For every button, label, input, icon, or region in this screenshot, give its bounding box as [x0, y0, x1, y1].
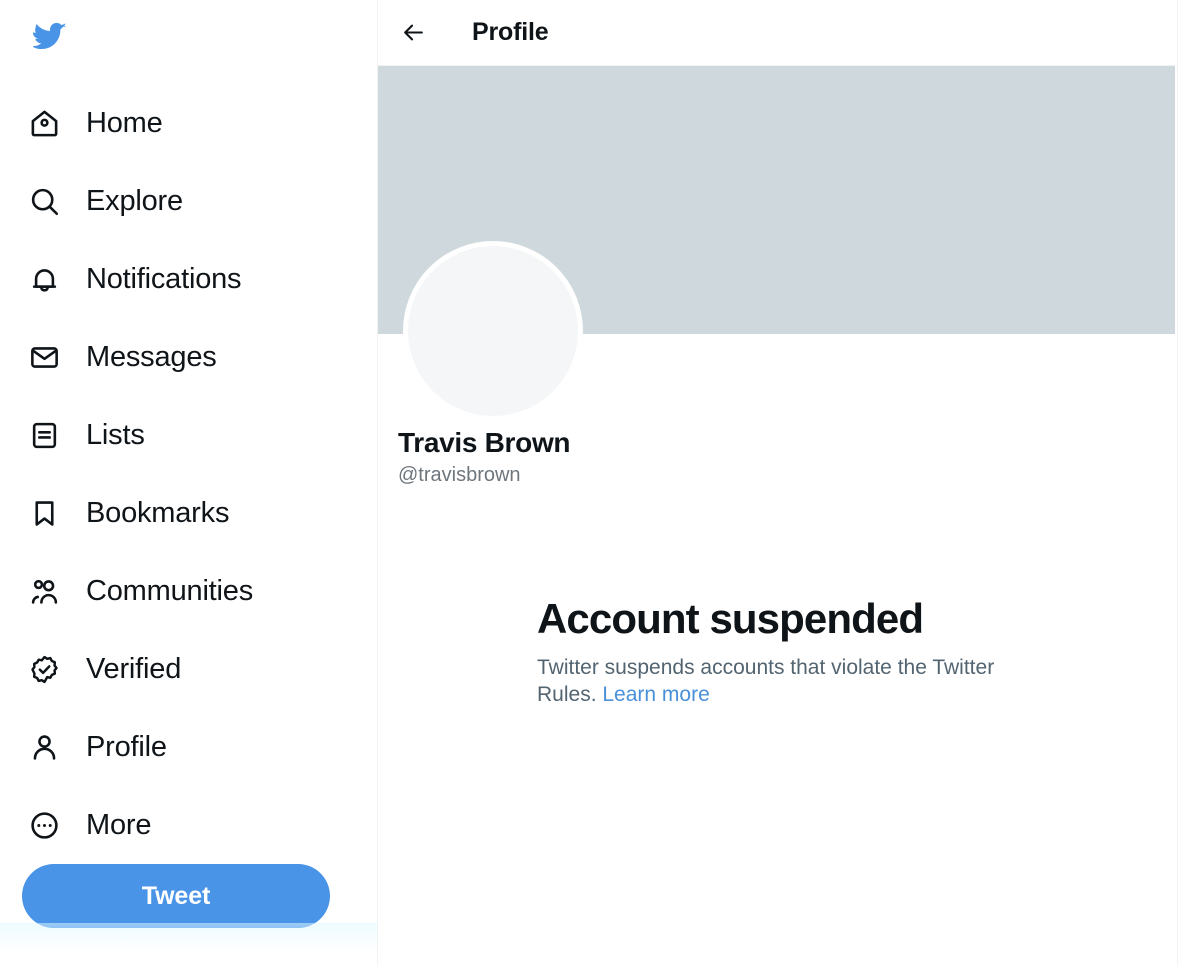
sidebar-item-lists[interactable]: Lists	[0, 396, 377, 474]
sidebar-item-label: More	[86, 809, 152, 841]
sidebar-bottom-glow	[0, 923, 377, 965]
profile-handle: @travisbrown	[398, 464, 521, 486]
suspension-title: Account suspended	[537, 595, 924, 642]
sidebar-item-label: Messages	[86, 341, 217, 373]
sidebar-item-notifications[interactable]: Notifications	[0, 240, 377, 318]
twitter-app-window: Home Explore Notifications Messages List…	[0, 0, 1200, 965]
list-icon	[22, 413, 66, 457]
profile-banner[interactable]	[378, 66, 1175, 421]
sidebar-item-more[interactable]: More	[0, 786, 377, 864]
profile-main-column: Profile Travis Brown @travisbrown Accoun…	[378, 0, 1178, 965]
page-title: Profile	[472, 18, 549, 46]
profile-header-bar: Profile	[378, 0, 1177, 66]
sidebar-item-home[interactable]: Home	[0, 84, 377, 162]
sidebar-item-label: Explore	[86, 185, 183, 217]
envelope-icon	[22, 335, 66, 379]
sidebar-item-label: Lists	[86, 419, 145, 451]
sidebar-item-explore[interactable]: Explore	[0, 162, 377, 240]
sidebar-item-profile[interactable]: Profile	[0, 708, 377, 786]
tweet-button[interactable]: Tweet	[22, 864, 330, 928]
right-rail	[1178, 0, 1200, 965]
sidebar-item-verified[interactable]: Verified	[0, 630, 377, 708]
arrow-left-icon	[401, 20, 426, 45]
sidebar-item-messages[interactable]: Messages	[0, 318, 377, 396]
sidebar-nav-list: Home Explore Notifications Messages List…	[0, 84, 377, 864]
person-icon	[22, 725, 66, 769]
sidebar-item-label: Notifications	[86, 263, 242, 295]
learn-more-link[interactable]: Learn more	[602, 683, 709, 706]
primary-sidebar: Home Explore Notifications Messages List…	[0, 0, 378, 965]
avatar[interactable]	[403, 241, 583, 421]
twitter-bird-icon[interactable]	[22, 8, 78, 64]
sidebar-item-communities[interactable]: Communities	[0, 552, 377, 630]
profile-display-name: Travis Brown	[398, 427, 571, 458]
sidebar-item-bookmarks[interactable]: Bookmarks	[0, 474, 377, 552]
bookmark-icon	[22, 491, 66, 535]
sidebar-item-label: Communities	[86, 575, 254, 607]
more-circle-icon	[22, 803, 66, 847]
verified-badge-icon	[22, 647, 66, 691]
suspension-description: Twitter suspends accounts that violate t…	[537, 654, 1002, 708]
sidebar-item-label: Bookmarks	[86, 497, 230, 529]
sidebar-item-label: Verified	[86, 653, 182, 685]
sidebar-item-label: Home	[86, 107, 163, 139]
account-suspended-notice: Account suspended Twitter suspends accou…	[378, 595, 1177, 708]
sidebar-item-label: Profile	[86, 731, 167, 763]
people-icon	[22, 569, 66, 613]
search-icon	[22, 179, 66, 223]
bell-icon	[22, 257, 66, 301]
back-button[interactable]	[393, 13, 433, 53]
home-icon	[22, 101, 66, 145]
